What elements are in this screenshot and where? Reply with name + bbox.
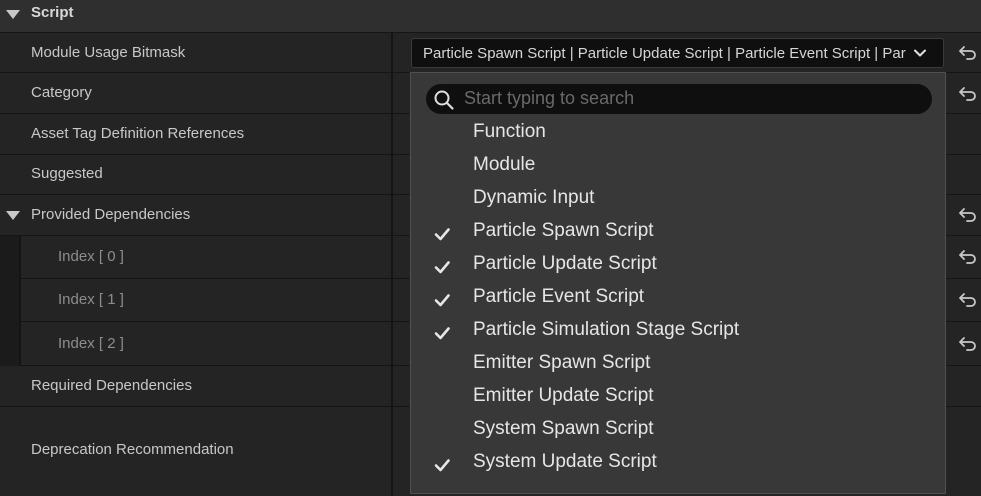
property-label: Provided Dependencies <box>31 206 191 223</box>
indent-guide <box>0 279 20 322</box>
search-placeholder: Start typing to search <box>464 88 635 108</box>
array-index-label: Index [ 2 ] <box>58 335 124 352</box>
option-label: Dynamic Input <box>473 187 595 208</box>
reset-to-default-icon[interactable] <box>958 84 978 104</box>
array-index-label: Index [ 0 ] <box>58 248 124 265</box>
dropdown-option[interactable]: Emitter Spawn Script <box>411 349 945 382</box>
property-label: Module Usage Bitmask <box>31 44 186 61</box>
indent-line <box>19 236 21 279</box>
chevron-down-icon[interactable] <box>913 46 927 60</box>
search-box[interactable]: Start typing to search <box>426 84 932 114</box>
option-label: Particle Simulation Stage Script <box>473 319 740 340</box>
indent-line <box>19 322 21 366</box>
property-label: Required Dependencies <box>31 377 192 394</box>
module-usage-bitmask-combo[interactable]: Particle Spawn Script | Particle Update … <box>411 38 944 68</box>
indent-guide <box>0 236 20 279</box>
combo-value: Particle Spawn Script | Particle Update … <box>423 45 906 62</box>
reset-to-default-icon[interactable] <box>958 290 978 310</box>
option-label: System Spawn Script <box>473 418 654 439</box>
option-label: Emitter Update Script <box>473 385 654 406</box>
dropdown-option[interactable]: Particle Spawn Script <box>411 217 945 250</box>
dropdown-option[interactable]: System Spawn Script <box>411 415 945 448</box>
option-label: Function <box>473 121 546 142</box>
option-label: Module <box>473 154 536 175</box>
reset-to-default-icon[interactable] <box>958 43 978 63</box>
option-label: Particle Event Script <box>473 286 645 307</box>
column-divider[interactable] <box>391 33 393 496</box>
indent-line <box>19 279 21 322</box>
dropdown-option[interactable]: Particle Event Script <box>411 283 945 316</box>
search-icon <box>434 90 454 110</box>
property-label: Category <box>31 84 92 101</box>
reset-to-default-icon[interactable] <box>958 205 978 225</box>
indent-guide <box>0 322 20 366</box>
dropdown-option[interactable]: Particle Simulation Stage Script <box>411 316 945 349</box>
property-label: Suggested <box>31 165 103 182</box>
dropdown-option[interactable]: Emitter Update Script <box>411 382 945 415</box>
dropdown-option[interactable]: Module <box>411 151 945 184</box>
property-label: Deprecation Recommendation <box>31 441 234 458</box>
option-label: Particle Update Script <box>473 253 657 274</box>
triangle-down-icon[interactable] <box>6 211 20 220</box>
property-label: Asset Tag Definition References <box>31 125 245 142</box>
option-label: Emitter Spawn Script <box>473 352 651 373</box>
section-title: Script <box>31 4 74 21</box>
dropdown-option[interactable]: System Update Script <box>411 448 945 481</box>
bitmask-dropdown-menu: Start typing to search Function Module Dyn… <box>410 72 946 494</box>
dropdown-option[interactable]: Dynamic Input <box>411 184 945 217</box>
checkmark-icon <box>434 261 450 274</box>
checkmark-icon <box>434 459 450 472</box>
option-label: System Update Script <box>473 451 657 472</box>
checkmark-icon <box>434 327 450 340</box>
reset-to-default-icon[interactable] <box>958 247 978 267</box>
triangle-down-icon[interactable] <box>6 10 20 19</box>
reset-to-default-icon[interactable] <box>958 334 978 354</box>
dropdown-option[interactable]: Function <box>411 118 945 151</box>
section-header-script[interactable]: Script <box>0 0 981 33</box>
array-index-label: Index [ 1 ] <box>58 291 124 308</box>
option-label: Particle Spawn Script <box>473 220 654 241</box>
checkmark-icon <box>434 294 450 307</box>
checkmark-icon <box>434 228 450 241</box>
dropdown-option[interactable]: Particle Update Script <box>411 250 945 283</box>
